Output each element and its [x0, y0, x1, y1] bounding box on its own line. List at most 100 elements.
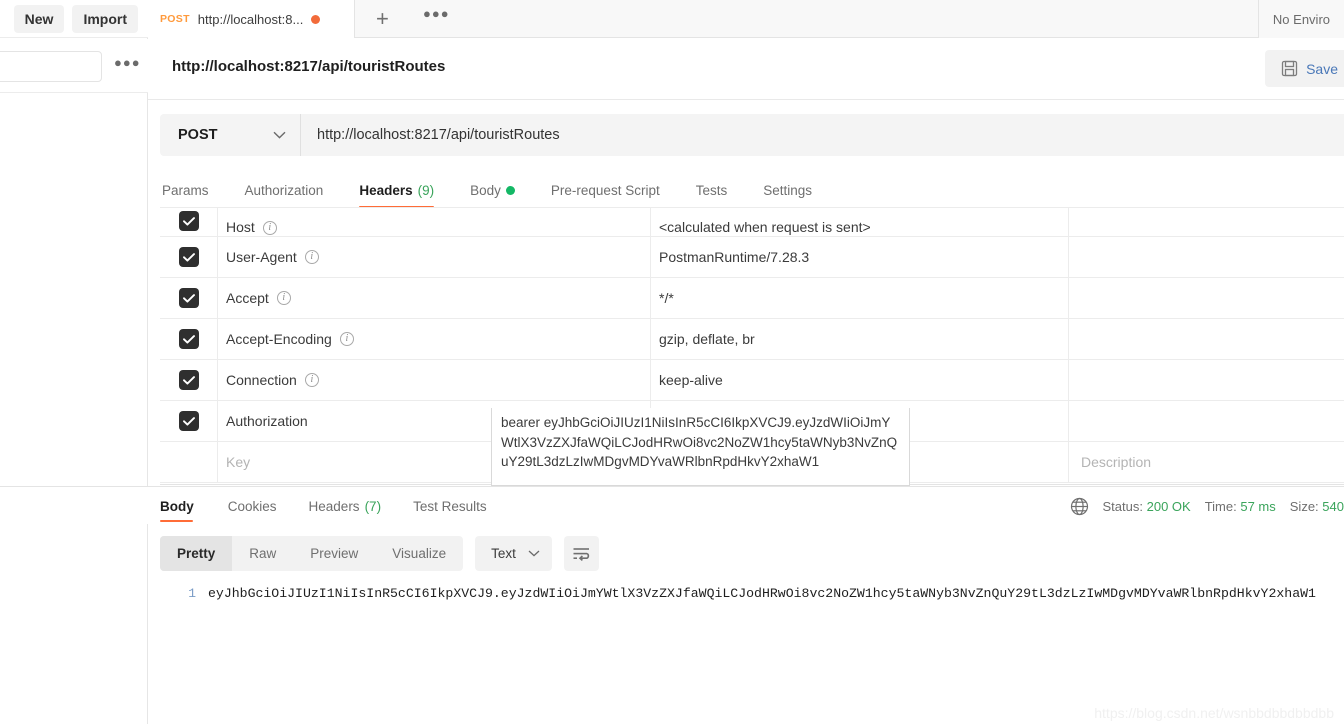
response-tabs: Body Cookies Headers (7) Test Results: [160, 487, 503, 525]
authorization-value-editor[interactable]: bearer eyJhbGciOiJIUzI1NiIsInR5cCI6IkpXV…: [491, 408, 910, 486]
response-bar: Body Cookies Headers (7) Test Results St…: [0, 486, 1344, 524]
checkbox-checked-icon[interactable]: [178, 288, 199, 308]
sidebar: New Import ●●●: [0, 0, 148, 724]
header-value-cell[interactable]: <calculated when request is sent>: [651, 208, 1069, 236]
response-tab-headers[interactable]: Headers (7): [293, 487, 398, 525]
chevron-down-icon: [273, 131, 286, 139]
tab-settings-label: Settings: [763, 183, 812, 198]
view-mode-raw[interactable]: Raw: [232, 536, 293, 571]
info-icon[interactable]: i: [304, 250, 319, 264]
header-key-cell[interactable]: Accept i: [218, 278, 651, 318]
tab-authorization-label: Authorization: [244, 183, 324, 198]
info-icon[interactable]: i: [304, 373, 319, 387]
row-checkbox-cell[interactable]: [160, 278, 218, 318]
chevron-down-icon: [528, 550, 540, 557]
header-description-cell[interactable]: [1069, 278, 1344, 318]
tab-body-label: Body: [470, 183, 501, 198]
request-tab-bar: POST http://localhost:8... + ●●● No Envi…: [148, 0, 1344, 38]
new-button[interactable]: New: [13, 4, 65, 33]
response-tab-test-results[interactable]: Test Results: [397, 487, 503, 525]
row-checkbox-cell[interactable]: [160, 208, 218, 236]
tab-tests-label: Tests: [695, 183, 728, 198]
page-title: http://localhost:8217/api/touristRoutes: [172, 58, 446, 75]
info-icon[interactable]: i: [262, 221, 277, 235]
table-row[interactable]: Host i <calculated when request is sent>: [160, 208, 1344, 237]
response-tab-test-results-label: Test Results: [413, 498, 487, 514]
tab-headers-count: (9): [417, 183, 435, 198]
table-row[interactable]: Accept i */*: [160, 278, 1344, 319]
checkbox-checked-icon[interactable]: [178, 329, 199, 349]
save-button[interactable]: Save: [1265, 50, 1344, 87]
row-checkbox-cell[interactable]: [160, 360, 218, 400]
tab-body[interactable]: Body: [452, 174, 533, 207]
header-value-cell[interactable]: */*: [651, 278, 1069, 318]
postman-window: New Import ●●● POST http://localhost:8..…: [0, 0, 1344, 724]
header-description-cell[interactable]: [1069, 319, 1344, 359]
row-checkbox-cell[interactable]: [160, 442, 218, 482]
row-checkbox-cell[interactable]: [160, 319, 218, 359]
request-section-tabs: Params Authorization Headers (9) Body Pr…: [160, 174, 1344, 208]
request-tab-title: http://localhost:8...: [197, 11, 304, 27]
table-row[interactable]: Connection i keep-alive: [160, 360, 1344, 401]
save-button-label: Save: [1306, 60, 1338, 77]
checkbox-checked-icon[interactable]: [178, 411, 199, 431]
row-checkbox-cell[interactable]: [160, 401, 218, 441]
view-mode-pretty[interactable]: Pretty: [160, 536, 233, 571]
response-meta: Status: 200 OK Time: 57 ms Size: 540: [1070, 487, 1344, 525]
tab-tests[interactable]: Tests: [678, 174, 746, 207]
search-input[interactable]: [0, 51, 102, 82]
view-mode-visualize[interactable]: Visualize: [375, 536, 463, 571]
info-icon[interactable]: i: [339, 332, 354, 346]
header-key-label: Authorization: [226, 413, 308, 429]
header-key-cell[interactable]: Host i: [218, 208, 651, 236]
key-placeholder: Key: [226, 454, 251, 470]
info-icon[interactable]: i: [276, 291, 291, 305]
new-tab-icon[interactable]: +: [376, 8, 389, 30]
tab-options-icon[interactable]: ●●●: [423, 6, 450, 21]
response-body-text[interactable]: eyJhbGciOiJIUzI1NiIsInR5cCI6IkpXVCJ9.eyJ…: [208, 582, 1344, 692]
time-value: 57 ms: [1240, 498, 1276, 514]
new-header-description-input[interactable]: Description: [1069, 442, 1344, 482]
header-description-cell[interactable]: [1069, 401, 1344, 441]
checkbox-checked-icon[interactable]: [178, 247, 199, 267]
header-description-cell[interactable]: [1069, 208, 1344, 236]
table-row[interactable]: User-Agent i PostmanRuntime/7.28.3: [160, 237, 1344, 278]
view-mode-preview[interactable]: Preview: [293, 536, 375, 571]
tab-headers[interactable]: Headers (9): [341, 174, 452, 208]
environment-selector[interactable]: No Enviro: [1257, 0, 1344, 38]
header-description-cell[interactable]: [1069, 360, 1344, 400]
response-tab-cookies[interactable]: Cookies: [212, 487, 293, 525]
header-value-cell[interactable]: keep-alive: [651, 360, 1069, 400]
response-format-select[interactable]: Text: [475, 536, 552, 571]
http-method-select[interactable]: POST: [160, 114, 300, 156]
tab-params[interactable]: Params: [160, 174, 227, 207]
header-value-cell[interactable]: gzip, deflate, br: [651, 319, 1069, 359]
watermark: https://blog.csdn.net/wsnbbdbbdbbdbb: [1094, 705, 1334, 721]
globe-icon[interactable]: [1070, 497, 1089, 516]
url-row: POST http://localhost:8217/api/touristRo…: [160, 114, 1344, 156]
header-key-cell[interactable]: User-Agent i: [218, 237, 651, 277]
size-badge: Size: 540: [1290, 499, 1344, 514]
table-row[interactable]: Accept-Encoding i gzip, deflate, br: [160, 319, 1344, 360]
row-checkbox-cell[interactable]: [160, 237, 218, 277]
checkbox-checked-icon[interactable]: [178, 370, 199, 390]
header-value-cell[interactable]: PostmanRuntime/7.28.3: [651, 237, 1069, 277]
tab-pre-request-script[interactable]: Pre-request Script: [533, 174, 678, 207]
header-key-cell[interactable]: Accept-Encoding i: [218, 319, 651, 359]
sidebar-more-options-icon[interactable]: ●●●: [114, 55, 141, 70]
tab-settings[interactable]: Settings: [745, 174, 830, 207]
wrap-lines-button[interactable]: [563, 536, 599, 571]
import-button[interactable]: Import: [72, 4, 138, 33]
request-tab[interactable]: POST http://localhost:8...: [148, 0, 355, 38]
header-description-cell[interactable]: [1069, 237, 1344, 277]
response-tab-body[interactable]: Body: [160, 487, 212, 525]
checkbox-checked-icon[interactable]: [178, 211, 199, 231]
tab-params-label: Params: [162, 183, 209, 198]
tab-pre-request-script-label: Pre-request Script: [550, 183, 660, 198]
url-input[interactable]: http://localhost:8217/api/touristRoutes: [300, 114, 1344, 156]
header-key-cell[interactable]: Connection i: [218, 360, 651, 400]
header-key-label: Accept-Encoding: [226, 331, 332, 347]
tab-authorization[interactable]: Authorization: [227, 174, 342, 207]
request-name-bar: http://localhost:8217/api/touristRoutes …: [148, 38, 1344, 100]
unsaved-indicator-icon: [311, 14, 321, 24]
